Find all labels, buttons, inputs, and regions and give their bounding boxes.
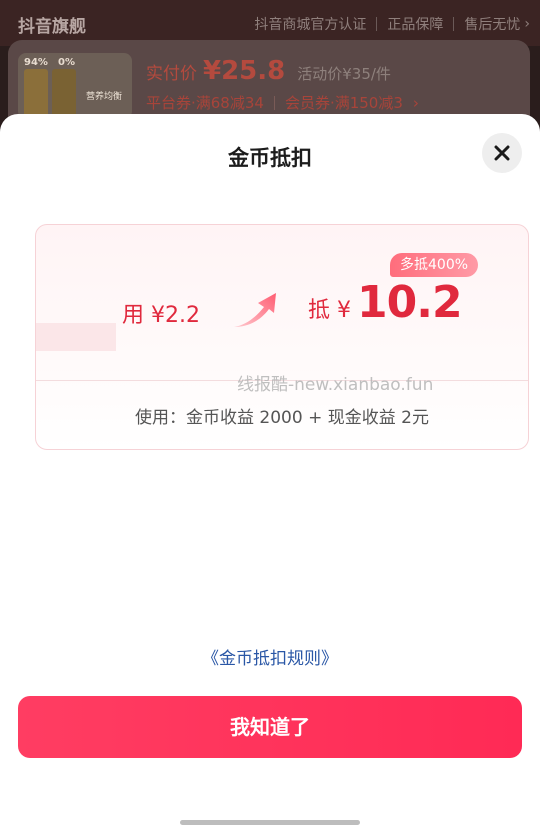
divider [273,95,275,110]
ratio-badge: 多抵400% [390,253,479,277]
close-button[interactable] [482,133,522,173]
product-thumbnail[interactable]: 94% 0% 营养均衡 [18,53,132,119]
badge-after-sales: 售后无忧 [464,17,521,33]
coupon-row[interactable]: 平台券·满68减34 会员券·满150减3 › [146,92,419,113]
chevron-right-icon: › [524,16,530,32]
usage-detail: 使用：金币收益 2000 + 现金收益 2元 [135,408,429,428]
store-badges[interactable]: 抖音商城官方认证 正品保障 售后无忧 › [254,14,530,34]
thumb-label-1: 94% [24,57,48,68]
thumb-label-2: 0% [58,57,75,68]
got-it-button[interactable]: 我知道了 [18,696,522,758]
thumb-label-3: 营养均衡 [86,92,123,102]
offset-value: 10.2 [357,277,463,328]
deduction-rules-link[interactable]: 《金币抵扣规则》 [0,644,540,669]
store-name: 抖音旗舰 [18,17,86,37]
use-amount: 用 ¥2.2 [122,303,200,328]
deduction-card: 用 ¥2.2 抵 ¥ 10.2 多抵400% 使用：金币收益 2000 + 现金… [35,224,529,450]
watermark: 线报酷-new.xianbao.fun [237,375,434,395]
coin-deduction-sheet: 金币抵扣 用 ¥2.2 抵 ¥ 10.2 多抵400% 使用：金币收益 2000… [0,114,540,836]
platform-coupon: 平台券·满68减34 [146,94,264,112]
offset-amount: 抵 ¥ 10.2 [308,277,463,328]
home-indicator [180,820,360,825]
arrow-up-right-icon [234,293,276,327]
price-row: 实付价 ¥25.8 活动价¥35/件 [146,56,391,86]
divider [376,17,378,31]
member-coupon: 会员券·满150减3 [284,94,403,112]
divider [453,17,455,31]
chevron-right-icon: › [412,93,419,112]
offset-prefix: 抵 ¥ [308,298,351,323]
badge-official: 抖音商城官方认证 [254,17,367,33]
actual-price-label: 实付价 [146,64,197,84]
decorative-shape [36,323,116,351]
product-can-image [52,69,76,119]
sheet-title: 金币抵扣 [228,146,312,170]
badge-authentic: 正品保障 [387,17,444,33]
actual-price: ¥25.8 [203,56,286,86]
close-icon [494,145,510,161]
product-can-image [24,69,48,119]
activity-price: 活动价¥35/件 [297,65,391,83]
